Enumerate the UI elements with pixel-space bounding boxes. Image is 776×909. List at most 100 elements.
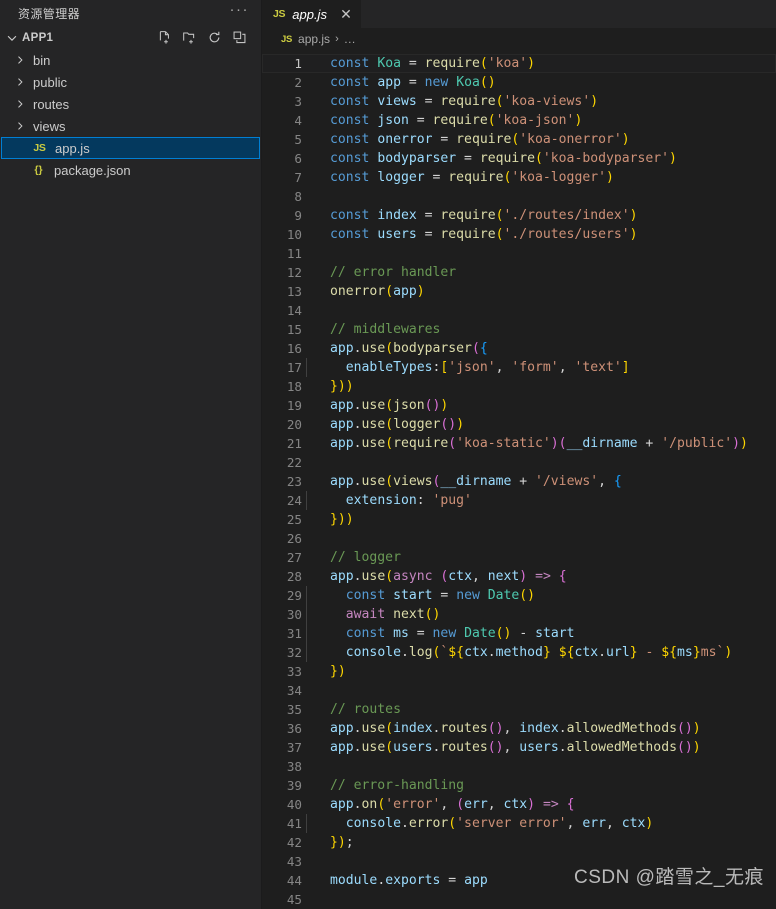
code-text[interactable]: app.use(logger())	[306, 415, 464, 434]
more-actions-icon[interactable]: ···	[230, 2, 250, 21]
explorer-sidebar: 资源管理器 ··· APP1 bin public routes views J…	[0, 0, 262, 909]
line-number: 19	[286, 398, 302, 413]
code-line: 9 const index = require('./routes/index')	[262, 206, 776, 225]
code-text[interactable]: const views = require('koa-views')	[306, 92, 598, 111]
collapse-all-icon[interactable]	[231, 30, 247, 46]
code-line: 13 onerror(app)	[262, 282, 776, 301]
line-number: 35	[286, 702, 302, 717]
tree-item-label: routes	[33, 96, 70, 112]
code-text[interactable]: const index = require('./routes/index')	[306, 206, 638, 225]
code-text[interactable]: }))	[306, 377, 354, 396]
code-text[interactable]: // routes	[306, 700, 401, 719]
code-line: 29 const start = new Date()	[262, 586, 776, 605]
code-line: 38	[262, 757, 776, 776]
code-line: 37 app.use(users.routes(), users.allowedM…	[262, 738, 776, 757]
explorer-actions	[156, 30, 253, 46]
code-text[interactable]: const bodyparser = require('koa-bodypars…	[306, 149, 677, 168]
line-number: 8	[294, 189, 302, 204]
code-text[interactable]: app.use(users.routes(), users.allowedMet…	[306, 738, 701, 757]
code-line: 22	[262, 453, 776, 472]
code-text[interactable]: console.log(`${ctx.method} ${ctx.url} - …	[306, 643, 732, 662]
code-line: 30 await next()	[262, 605, 776, 624]
code-text[interactable]: // error handler	[306, 263, 456, 282]
line-number: 31	[286, 626, 302, 641]
code-text[interactable]: const onerror = require('koa-onerror')	[306, 130, 630, 149]
folder-section-header[interactable]: APP1	[0, 26, 261, 49]
code-line: 41 console.error('server error', err, ct…	[262, 814, 776, 833]
code-text[interactable]: // middlewares	[306, 320, 440, 339]
code-text[interactable]: app.on('error', (err, ctx) => {	[306, 795, 575, 814]
tree-item-routes[interactable]: routes	[0, 93, 261, 115]
file-tree: bin public routes views JS app.js {} pac…	[0, 49, 261, 181]
tab-app-js[interactable]: JS app.js ✕	[262, 0, 362, 28]
code-text[interactable]: const logger = require('koa-logger')	[306, 168, 614, 187]
tree-item-label: package.json	[54, 162, 131, 178]
code-line: 36 app.use(index.routes(), index.allowedM…	[262, 719, 776, 738]
code-line: 2 const app = new Koa()	[262, 73, 776, 92]
code-text[interactable]: })	[306, 662, 346, 681]
tree-item-package-json[interactable]: {} package.json	[0, 159, 261, 181]
code-text[interactable]: const start = new Date()	[306, 586, 535, 605]
js-file-icon: JS	[281, 33, 293, 45]
code-line: 12 // error handler	[262, 263, 776, 282]
code-text[interactable]: // logger	[306, 548, 401, 567]
editor-tab-bar: JS app.js ✕	[262, 0, 776, 28]
code-text[interactable]: });	[306, 833, 354, 852]
js-file-icon: JS	[273, 8, 286, 20]
code-text[interactable]: // error-handling	[306, 776, 464, 795]
code-text[interactable]: extension: 'pug'	[306, 491, 472, 510]
code-text[interactable]: const json = require('koa-json')	[306, 111, 582, 130]
code-line: 24 extension: 'pug'	[262, 491, 776, 510]
code-text[interactable]: app.use(async (ctx, next) => {	[306, 567, 567, 586]
chevron-right-icon[interactable]	[12, 120, 28, 132]
line-number: 44	[286, 873, 302, 888]
new-file-icon[interactable]	[156, 30, 172, 46]
js-file-icon: JS	[33, 142, 46, 154]
code-text[interactable]: app.use(views(__dirname + '/views', {	[306, 472, 622, 491]
code-line: 34	[262, 681, 776, 700]
code-text[interactable]: const users = require('./routes/users')	[306, 225, 638, 244]
code-line: 31 const ms = new Date() - start	[262, 624, 776, 643]
refresh-icon[interactable]	[206, 30, 222, 46]
code-text[interactable]: const ms = new Date() - start	[306, 624, 575, 643]
code-text[interactable]: module.exports = app	[306, 871, 488, 890]
code-text[interactable]: app.use(json())	[306, 396, 448, 415]
chevron-right-icon[interactable]	[12, 76, 28, 88]
code-text[interactable]: }))	[306, 510, 354, 529]
code-editor[interactable]: 1 const Koa = require('koa') 2 const app = …	[262, 50, 776, 909]
tree-item-views[interactable]: views	[0, 115, 261, 137]
explorer-title-bar: 资源管理器 ···	[0, 0, 261, 26]
code-line: 7 const logger = require('koa-logger')	[262, 168, 776, 187]
code-text[interactable]: app.use(require('koa-static')(__dirname …	[306, 434, 748, 453]
code-text[interactable]: app.use(bodyparser({	[306, 339, 488, 358]
line-number: 33	[286, 664, 302, 679]
line-number: 18	[286, 379, 302, 394]
code-text[interactable]: const Koa = require('koa')	[306, 54, 535, 73]
code-text[interactable]: console.error('server error', err, ctx)	[306, 814, 653, 833]
breadcrumb-file[interactable]: app.js	[298, 32, 330, 46]
code-text[interactable]: app.use(index.routes(), index.allowedMet…	[306, 719, 701, 738]
tree-item-bin[interactable]: bin	[0, 49, 261, 71]
tree-item-label: app.js	[55, 140, 90, 156]
tree-item-app-js[interactable]: JS app.js	[1, 137, 260, 159]
tree-item-public[interactable]: public	[0, 71, 261, 93]
code-text[interactable]: onerror(app)	[306, 282, 425, 301]
code-text[interactable]: const app = new Koa()	[306, 73, 496, 92]
new-folder-icon[interactable]	[181, 30, 197, 46]
line-number: 9	[294, 208, 302, 223]
line-number: 4	[294, 113, 302, 128]
chevron-down-icon[interactable]	[4, 30, 20, 46]
breadcrumb-symbol[interactable]: …	[344, 32, 356, 46]
code-line: 17 enableTypes:['json', 'form', 'text']	[262, 358, 776, 377]
line-number: 42	[286, 835, 302, 850]
code-text[interactable]: enableTypes:['json', 'form', 'text']	[306, 358, 630, 377]
line-number: 21	[286, 436, 302, 451]
line-number: 43	[286, 854, 302, 869]
close-icon[interactable]: ✕	[336, 4, 356, 24]
line-number: 15	[286, 322, 302, 337]
code-line: 6 const bodyparser = require('koa-bodypar…	[262, 149, 776, 168]
code-text[interactable]: await next()	[306, 605, 440, 624]
chevron-right-icon[interactable]	[12, 98, 28, 110]
code-line: 27 // logger	[262, 548, 776, 567]
chevron-right-icon[interactable]	[12, 54, 28, 66]
